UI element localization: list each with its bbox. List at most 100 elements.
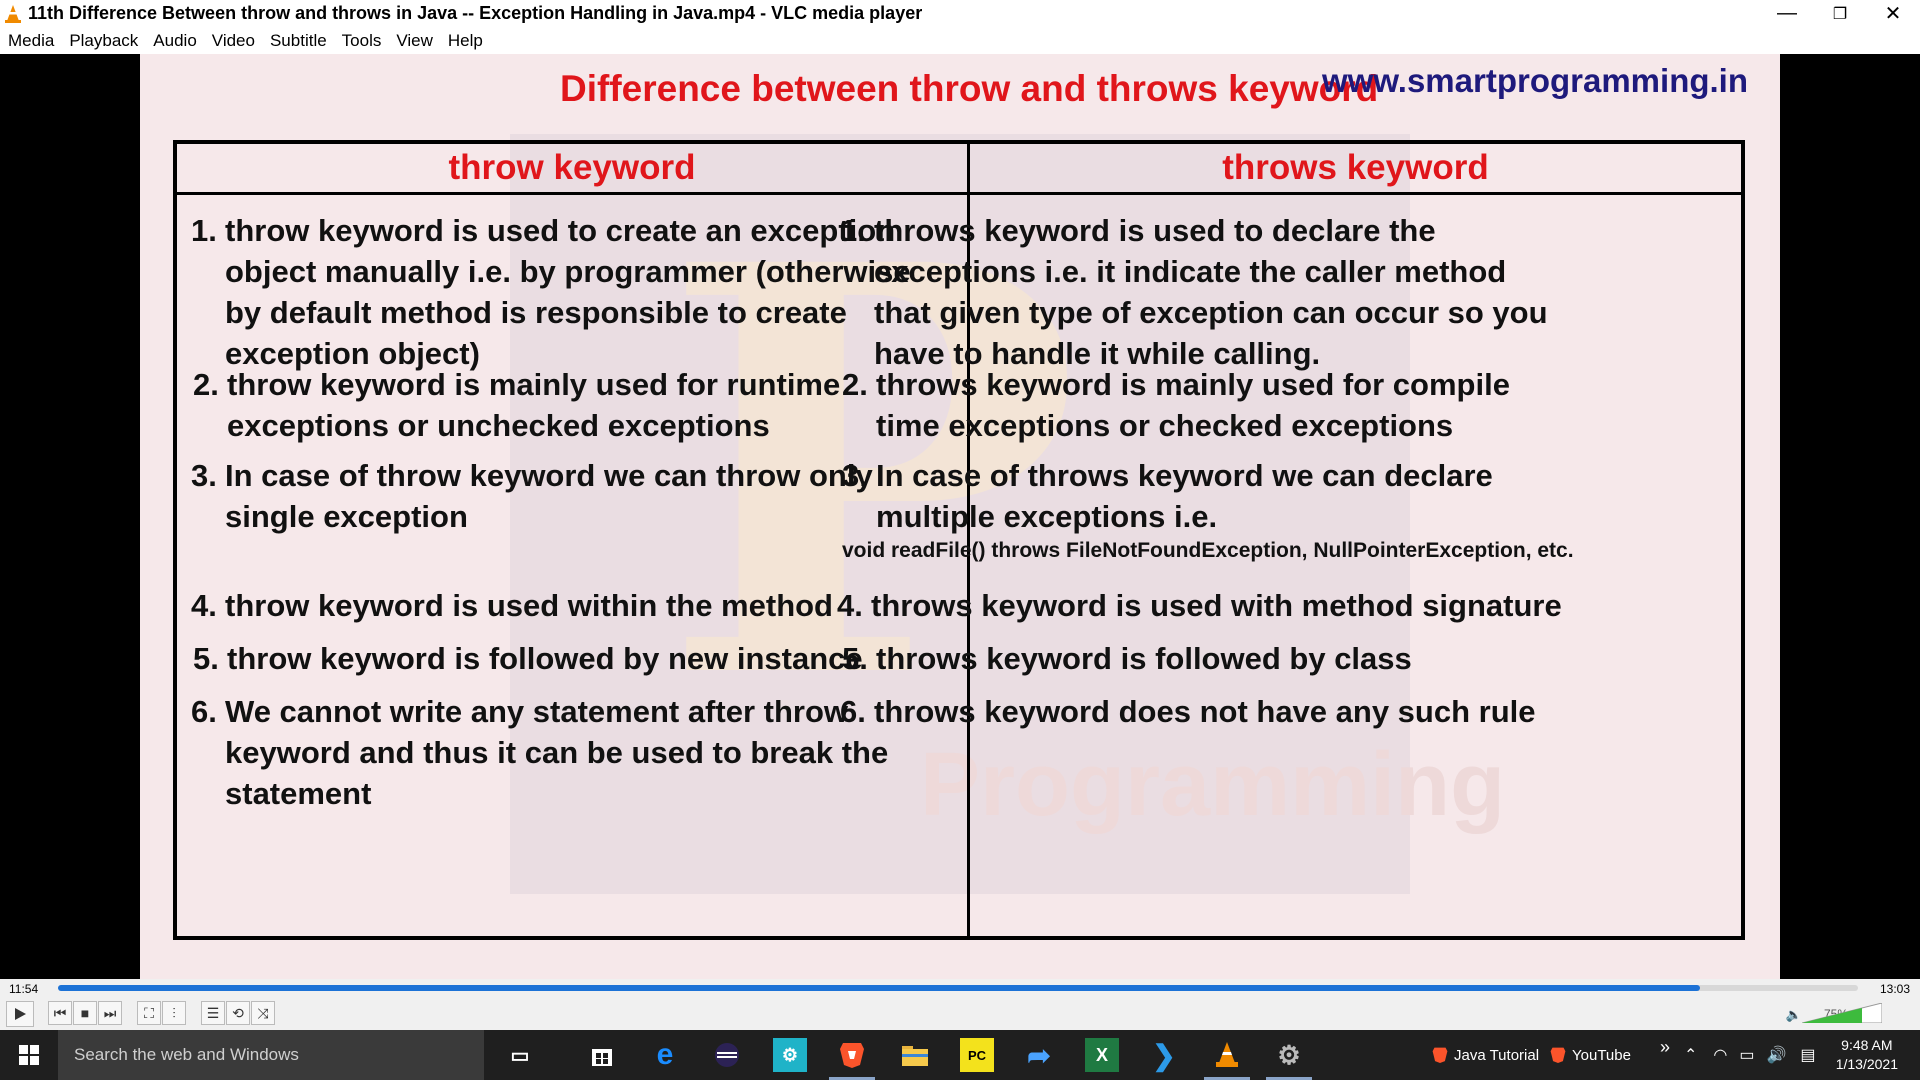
- play-icon: [15, 1008, 26, 1020]
- search-placeholder: Search the web and Windows: [74, 1045, 299, 1064]
- windows-logo-icon: [19, 1045, 39, 1065]
- right-point-7: 6. throws keyword does not have any such …: [840, 691, 1536, 732]
- fullscreen-button[interactable]: ⛶: [137, 1001, 161, 1025]
- left-point-1: 1. throw keyword is used to create an exc…: [191, 210, 911, 374]
- taskbar-app-java-tutorial[interactable]: Java Tutorial: [1432, 1030, 1539, 1080]
- menu-tools[interactable]: Tools: [342, 31, 382, 51]
- point-number: 3.: [191, 458, 217, 493]
- point-line: throws keyword is mainly used for compil…: [876, 367, 1510, 402]
- window-title: 11th Difference Between throw and throws…: [28, 3, 923, 23]
- point-text: throws keyword is used with method signa…: [871, 585, 1562, 626]
- volume-tray-icon[interactable]: 🔊: [1767, 1045, 1787, 1065]
- menu-media[interactable]: Media: [8, 31, 54, 51]
- previous-button[interactable]: ⏮: [48, 1001, 72, 1025]
- menu-view[interactable]: View: [396, 31, 433, 51]
- taskbar-overflow[interactable]: »: [1660, 1022, 1670, 1072]
- vscode-icon[interactable]: ❯: [1147, 1038, 1181, 1072]
- restore-button[interactable]: ❐: [1813, 0, 1867, 27]
- left-point-6: 6. We cannot write any statement after th…: [191, 691, 888, 814]
- stop-button[interactable]: ■: [73, 1001, 97, 1025]
- folder-icon: [902, 1046, 928, 1066]
- file-explorer-icon[interactable]: [898, 1038, 932, 1072]
- left-point-4: 4. throw keyword is used within the metho…: [191, 585, 833, 626]
- point-line: In case of throw keyword we can throw on…: [225, 458, 873, 493]
- eclipse-icon[interactable]: [710, 1038, 744, 1072]
- playlist-button[interactable]: ☰: [201, 1001, 225, 1025]
- left-point-5: 5. throw keyword is followed by new insta…: [193, 638, 863, 679]
- point-text: In case of throws keyword we can declare…: [876, 455, 1493, 537]
- notification-icon[interactable]: ▤: [1800, 1045, 1815, 1065]
- point-line: We cannot write any statement after thro…: [225, 694, 848, 729]
- wifi-icon[interactable]: ◠: [1713, 1045, 1727, 1065]
- point-line: multiple exceptions i.e.: [876, 499, 1218, 534]
- clock-date: 1/13/2021: [1835, 1056, 1898, 1072]
- clock-time: 9:48 AM: [1841, 1037, 1893, 1053]
- eclipse-logo-icon: [715, 1043, 739, 1067]
- menu-help[interactable]: Help: [448, 31, 483, 51]
- taskbar-app-label: Java Tutorial: [1454, 1046, 1540, 1064]
- start-button[interactable]: [0, 1030, 58, 1080]
- close-button[interactable]: ✕: [1866, 0, 1920, 27]
- taskbar-search[interactable]: Search the web and Windows: [58, 1030, 484, 1080]
- next-icon: ⏭: [103, 1004, 117, 1021]
- point-number: 2.: [842, 367, 868, 402]
- seek-bar[interactable]: [58, 985, 1858, 991]
- brave-small-icon: [1432, 1047, 1448, 1063]
- vlc-cone-icon: [5, 4, 21, 23]
- point-line: throw keyword is followed by new instanc…: [227, 641, 863, 676]
- obs-gear-icon[interactable]: ⚙: [1266, 1038, 1312, 1080]
- play-button[interactable]: [6, 1001, 34, 1027]
- point-number: 5.: [842, 641, 868, 676]
- video-area[interactable]: P Programming Difference between throw a…: [0, 54, 1920, 979]
- comparison-table: throw keyword throws keyword 1. throw key…: [173, 140, 1745, 940]
- point-number: 4.: [191, 588, 217, 623]
- show-hidden-icons-icon[interactable]: ⌃: [1684, 1045, 1697, 1065]
- point-text: throws keyword is used to declare the exc…: [874, 210, 1548, 374]
- store-icon[interactable]: [585, 1038, 619, 1072]
- point-number: 1.: [840, 213, 866, 248]
- menu-playback[interactable]: Playback: [69, 31, 138, 51]
- system-tray: ⌃ ◠ ▭ 🔊 ▤: [1684, 1030, 1816, 1080]
- point-number: 6.: [840, 694, 866, 729]
- shuffle-button[interactable]: ⤨: [251, 1001, 275, 1025]
- pycharm-icon[interactable]: PC: [960, 1038, 994, 1072]
- point-number: 4.: [837, 588, 863, 623]
- edge-icon[interactable]: e: [648, 1038, 682, 1072]
- total-time: 13:03: [1880, 982, 1911, 996]
- left-column-header: throw keyword: [448, 148, 696, 187]
- menu-subtitle[interactable]: Subtitle: [270, 31, 327, 51]
- point-line: keyword and thus it can be used to break…: [225, 735, 889, 770]
- volume-slider[interactable]: [1802, 1003, 1882, 1023]
- brave-lion-icon: [840, 1043, 864, 1068]
- menu-video[interactable]: Video: [212, 31, 255, 51]
- stop-icon: ■: [80, 1005, 90, 1021]
- next-button[interactable]: ⏭: [98, 1001, 122, 1025]
- settings-app-icon[interactable]: ⚙: [773, 1038, 807, 1072]
- brave-icon[interactable]: [829, 1038, 875, 1080]
- point-line: In case of throws keyword we can declare: [876, 458, 1493, 493]
- right-column-header: throws keyword: [1222, 148, 1489, 187]
- point-text: In case of throw keyword we can throw on…: [225, 455, 873, 537]
- minimize-button[interactable]: —: [1760, 0, 1814, 27]
- right-point-2: 2. throws keyword is mainly used for comp…: [842, 364, 1510, 446]
- point-line: by default method is responsible to crea…: [225, 295, 847, 330]
- point-number: 2.: [193, 367, 219, 402]
- right-point-6: 5. throws keyword is followed by class: [842, 638, 1412, 679]
- extended-settings-button[interactable]: ⫶: [162, 1001, 186, 1025]
- site-url: www.smartprogramming.in: [1322, 62, 1749, 99]
- left-point-2: 2. throw keyword is mainly used for runti…: [193, 364, 840, 446]
- battery-icon[interactable]: ▭: [1739, 1045, 1754, 1065]
- vlc-taskbar-icon[interactable]: [1204, 1038, 1250, 1080]
- menu-audio[interactable]: Audio: [153, 31, 196, 51]
- loop-button[interactable]: ⟲: [226, 1001, 250, 1025]
- arrow-app-icon[interactable]: ➦: [1022, 1038, 1056, 1072]
- point-line: single exception: [225, 499, 468, 534]
- task-view-icon[interactable]: ▭: [503, 1038, 537, 1072]
- taskbar-app-youtube[interactable]: YouTube: [1550, 1030, 1631, 1080]
- point-text: We cannot write any statement after thro…: [225, 691, 888, 814]
- store-bag-icon: [592, 1049, 612, 1066]
- taskbar-clock[interactable]: 9:48 AM 1/13/2021: [1836, 1036, 1898, 1074]
- brave-small-icon: [1550, 1047, 1566, 1063]
- excel-icon[interactable]: X: [1085, 1038, 1119, 1072]
- point-line: time exceptions or checked exceptions: [876, 408, 1454, 443]
